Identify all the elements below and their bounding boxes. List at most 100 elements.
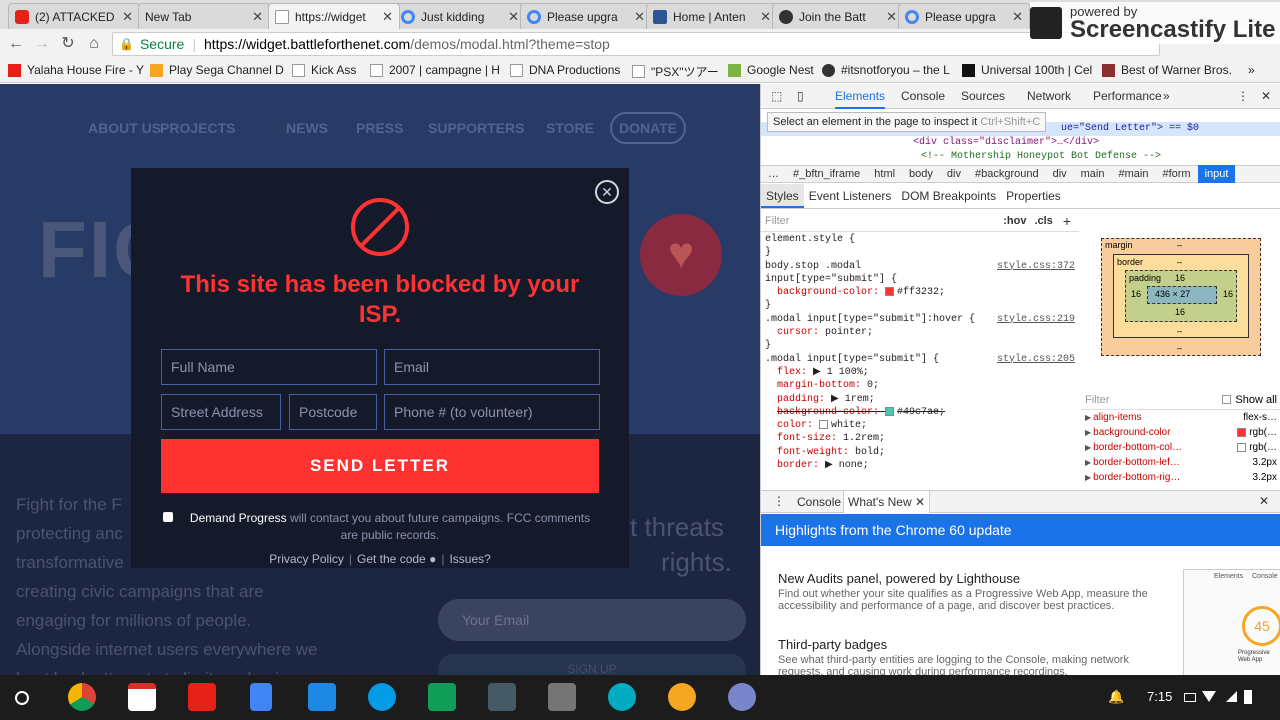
breadcrumb-item[interactable]: div xyxy=(940,168,968,180)
css-value[interactable]: 1.2rem; xyxy=(843,433,885,444)
close-tab-icon[interactable]: ✕ xyxy=(382,9,393,25)
breadcrumb-item[interactable]: html xyxy=(867,168,902,180)
css-value[interactable]: ▶ 1 100%; xyxy=(813,367,869,378)
css-selector[interactable]: } xyxy=(761,299,1079,312)
forward-icon[interactable]: → xyxy=(32,34,52,54)
color-swatch-icon[interactable] xyxy=(819,420,829,430)
css-source-link[interactable]: style.css:372 xyxy=(997,260,1075,273)
nav-press[interactable]: PRESS xyxy=(356,120,403,136)
css-value[interactable]: #49c7ae; xyxy=(897,407,945,418)
email-input[interactable]: Email xyxy=(384,349,600,385)
css-declaration[interactable]: background-color: #49c7ae; xyxy=(761,406,1079,419)
css-property[interactable]: color: xyxy=(777,420,813,431)
css-declaration[interactable]: background-color: #ff3232; xyxy=(761,286,1079,299)
chrome-icon[interactable] xyxy=(68,683,96,711)
full-name-input[interactable]: Full Name xyxy=(161,349,377,385)
bookmark-1[interactable]: Yalaha House Fire - Y xyxy=(8,63,144,77)
files-icon[interactable] xyxy=(308,683,336,711)
close-tab-icon[interactable]: ✕ xyxy=(122,9,133,25)
computed-row[interactable]: ▶ border-bottom-col… rgb(… xyxy=(1081,440,1280,455)
css-selector[interactable]: .modal input[type="submit"] {style.css:2… xyxy=(761,353,1079,366)
css-declaration[interactable]: padding: ▶ 1rem; xyxy=(761,393,1079,406)
css-property[interactable]: background-color: xyxy=(777,407,879,418)
bookmark-2[interactable]: Play Sega Channel D xyxy=(150,63,284,77)
back-icon[interactable]: ← xyxy=(6,34,26,54)
launcher-icon[interactable] xyxy=(15,691,29,705)
breadcrumb-item[interactable]: … xyxy=(761,168,786,180)
tab-elements[interactable]: Elements xyxy=(835,89,886,109)
css-declaration[interactable]: cursor: pointer; xyxy=(761,326,1079,339)
css-value[interactable]: ▶ 1rem; xyxy=(831,394,875,405)
subtab-event-listeners[interactable]: Event Listeners xyxy=(804,189,897,203)
styles-filter[interactable]: Filter :hov .cls + xyxy=(761,210,1079,232)
bookmark-6[interactable]: "PSX"ツアー xyxy=(632,63,719,80)
nav-store[interactable]: STORE xyxy=(546,120,594,136)
close-tab-icon[interactable]: ✕ xyxy=(886,9,897,25)
more-tabs-icon[interactable]: » xyxy=(1163,89,1170,103)
close-tab-icon[interactable]: ✕ xyxy=(634,9,645,25)
computed-filter[interactable]: Filter xyxy=(1085,394,1222,406)
tab-console[interactable]: Console xyxy=(901,89,945,103)
css-selector[interactable]: element.style { xyxy=(761,233,1079,246)
app-icon[interactable] xyxy=(608,683,636,711)
css-source-link[interactable]: style.css:205 xyxy=(997,353,1075,366)
drawer-tab-whats-new[interactable]: What's New ✕ xyxy=(843,491,931,513)
css-property[interactable]: font-size: xyxy=(777,433,837,444)
bookmarks-more-button[interactable]: » xyxy=(1248,63,1255,77)
css-property[interactable]: padding: xyxy=(777,394,825,405)
computed-row[interactable]: ▶ align-items flex-s… xyxy=(1081,410,1280,425)
close-tab-icon[interactable]: ✕ xyxy=(915,495,925,509)
css-selector[interactable]: .modal input[type="submit"]:hover {style… xyxy=(761,313,1079,326)
home-icon[interactable]: ⌂ xyxy=(84,34,104,54)
tab-2[interactable]: New Tab ✕ xyxy=(138,3,270,29)
css-property[interactable]: cursor: xyxy=(777,327,819,338)
css-property[interactable]: margin-bottom: xyxy=(777,380,861,391)
color-swatch-icon[interactable] xyxy=(885,406,895,416)
css-value[interactable]: white; xyxy=(831,420,867,431)
camera-icon[interactable] xyxy=(368,683,396,711)
tab-7[interactable]: Join the Batt ✕ xyxy=(772,3,904,29)
donate-button[interactable]: DONATE xyxy=(610,112,686,144)
expand-arrow-icon[interactable]: ▶ xyxy=(1085,413,1091,422)
css-value[interactable]: ▶ none; xyxy=(825,460,869,471)
street-address-input[interactable]: Street Address xyxy=(161,394,281,430)
breadcrumb-item-selected[interactable]: input xyxy=(1197,165,1236,183)
drawer-tab-console[interactable]: Console xyxy=(797,495,841,509)
css-value[interactable]: pointer; xyxy=(825,327,873,338)
close-tab-icon[interactable]: ✕ xyxy=(760,9,771,25)
signup-button[interactable]: SIGN UP xyxy=(438,654,746,675)
reload-icon[interactable]: ↻ xyxy=(58,34,78,54)
breadcrumb-item[interactable]: #form xyxy=(1155,168,1197,180)
signup-email-input[interactable]: Your Email xyxy=(438,599,746,641)
css-declaration[interactable]: font-weight: bold; xyxy=(761,446,1079,459)
dom-line[interactable]: <div class="disclaimer">…</div> xyxy=(761,136,1280,150)
inspect-element-icon[interactable]: ⬚ xyxy=(771,89,782,103)
close-tab-icon[interactable]: ✕ xyxy=(252,9,263,25)
css-source-link[interactable]: style.css:219 xyxy=(997,313,1075,326)
scratch-cat-icon[interactable] xyxy=(668,683,696,711)
get-the-code-link[interactable]: Get the code xyxy=(357,552,426,566)
tab-performance[interactable]: Performance xyxy=(1093,89,1162,103)
tab-5[interactable]: Please upgra ✕ xyxy=(520,3,652,29)
bookmark-3[interactable]: Kick Ass xyxy=(292,63,356,77)
nav-news[interactable]: NEWS xyxy=(286,120,328,136)
tab-sources[interactable]: Sources xyxy=(961,89,1005,103)
kebab-menu-icon[interactable]: ⋮ xyxy=(1237,89,1249,103)
gmail-icon[interactable] xyxy=(128,683,156,711)
close-tab-icon[interactable]: ✕ xyxy=(1012,9,1023,25)
color-swatch-icon[interactable] xyxy=(885,287,895,297)
issues-link[interactable]: Issues? xyxy=(449,552,490,566)
close-icon[interactable]: ✕ xyxy=(595,180,619,204)
tab-network[interactable]: Network xyxy=(1027,89,1071,103)
expand-arrow-icon[interactable]: ▶ xyxy=(1085,458,1091,467)
css-selector[interactable]: } xyxy=(761,246,1079,259)
drawer-menu-icon[interactable]: ⋮ xyxy=(773,494,785,508)
breadcrumb-item[interactable]: #main xyxy=(1111,168,1155,180)
close-drawer-icon[interactable]: ✕ xyxy=(1259,494,1269,508)
breadcrumb-item[interactable]: div xyxy=(1046,168,1074,180)
new-rule-button[interactable]: + xyxy=(1063,213,1071,229)
bookmark-8[interactable]: #itsnotforyou – the L xyxy=(822,63,950,77)
nav-about[interactable]: ABOUT US xyxy=(88,120,161,136)
tab-4[interactable]: Just kidding ✕ xyxy=(394,3,526,29)
bookmark-7[interactable]: Google Nest xyxy=(728,63,814,77)
